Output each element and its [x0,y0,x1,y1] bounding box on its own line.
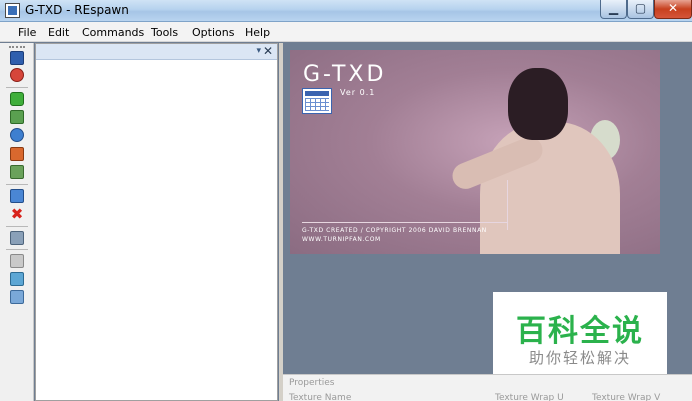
delete-icon[interactable]: ✖ [10,207,24,222]
splash-divider-vertical [507,180,508,230]
watermark-sub: 助你轻松解决 [528,349,631,367]
toolbar-separator [6,87,28,88]
menu-commands[interactable]: Commands [82,26,144,39]
title-bar[interactable]: G-TXD - REspawn ▁ ▢ ✕ [0,0,692,22]
menu-help[interactable]: Help [245,26,270,39]
rename-icon[interactable] [10,189,24,203]
splash-figure-body [480,122,620,254]
window-title: G-TXD - REspawn [25,3,129,17]
panel-header: ▾ ✕ [36,44,277,60]
column-texture-name[interactable]: Texture Name [289,393,351,401]
panel-close-icon[interactable]: ✕ [263,44,273,58]
splash-image: G-TXD Ver 0.1 G-TXD CREATED / COPYRIGHT … [290,50,660,254]
replace-icon[interactable] [10,128,24,142]
paint-icon[interactable] [10,147,24,161]
close-icon: ✕ [667,1,679,15]
close-button[interactable]: ✕ [654,0,692,19]
menu-options[interactable]: Options [192,26,234,39]
column-texture-wrap-v[interactable]: Texture Wrap V [592,393,660,401]
minimize-button[interactable]: ▁ [600,0,627,19]
add-icon[interactable] [10,92,24,106]
toolbar-separator [6,226,28,227]
properties-icon[interactable] [10,231,24,245]
properties-title: Properties [289,378,335,388]
resize-icon[interactable] [10,165,24,179]
column-texture-wrap-u[interactable]: Texture Wrap U [495,393,564,401]
properties-panel: Properties Texture Name Texture Wrap U T… [283,374,692,401]
left-toolbar: ✖ [0,43,34,401]
menu-bar: File Edit Commands Tools Options Help [0,22,692,42]
grid-view-icon[interactable] [10,254,24,268]
splash-logo-icon [302,88,332,114]
preview-icon[interactable] [10,290,24,304]
maximize-button[interactable]: ▢ [627,0,654,19]
toolbar-separator [6,249,28,250]
watermark-main: 百科全说 [516,314,644,349]
texture-view-icon[interactable] [10,272,24,286]
watermark: 百科全说 助你轻松解决 [493,292,667,374]
panel-dropdown-icon[interactable]: ▾ [256,46,261,56]
maximize-icon: ▢ [634,1,647,15]
splash-title: G-TXD [303,62,387,87]
toolbar-grip[interactable] [9,46,25,48]
export-icon[interactable] [10,68,24,82]
menu-edit[interactable]: Edit [48,26,69,39]
splash-website: WWW.TURNIPFAN.COM [302,236,381,243]
splash-copyright: G-TXD CREATED / COPYRIGHT 2006 DAVID BRE… [302,227,487,234]
texture-list-panel[interactable]: ▾ ✕ [35,43,278,401]
menu-tools[interactable]: Tools [151,26,178,39]
splash-divider [302,222,507,223]
menu-file[interactable]: File [18,26,36,39]
app-icon [5,3,20,18]
save-icon[interactable] [10,51,24,65]
minimize-icon: ▁ [608,1,619,15]
import-icon[interactable] [10,110,24,124]
toolbar-separator [6,184,28,185]
splash-version: Ver 0.1 [340,88,376,97]
splash-figure-head [508,68,568,140]
